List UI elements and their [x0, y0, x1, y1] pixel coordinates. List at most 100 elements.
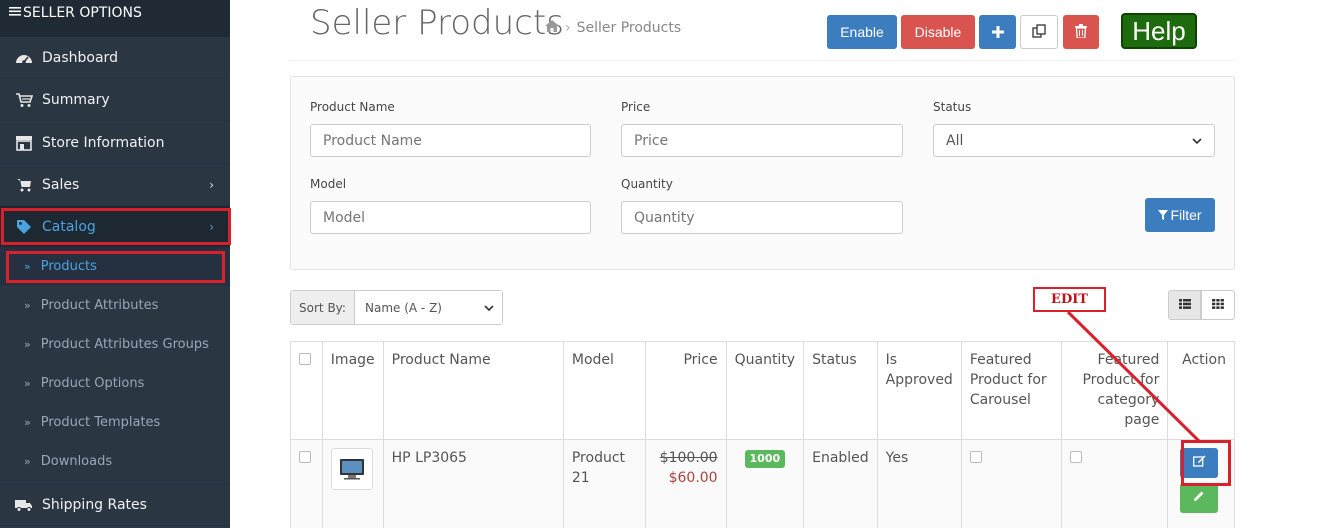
- page-title: Seller Products: [310, 3, 564, 43]
- chevron-down-icon: [1192, 133, 1202, 149]
- row-price-special: $60.00: [668, 470, 718, 486]
- row-quantity-cell: 1000: [725, 439, 805, 528]
- status-select[interactable]: All: [933, 124, 1215, 157]
- sidebar-subitem-label: Products: [40, 259, 97, 274]
- header-model[interactable]: Model: [562, 341, 647, 440]
- row-price-old: $100.00: [659, 450, 718, 466]
- filter-button[interactable]: Filter: [1145, 198, 1215, 232]
- product-name-label: Product Name: [310, 100, 395, 114]
- row-product-name[interactable]: HP LP3065: [382, 439, 564, 528]
- sidebar-item-dashboard[interactable]: Dashboard: [0, 37, 230, 79]
- pencil-icon: [1193, 488, 1205, 508]
- price-input[interactable]: [621, 124, 903, 157]
- breadcrumb: › Seller Products: [545, 20, 681, 36]
- filter-button-label: Filter: [1170, 207, 1202, 223]
- edit-button[interactable]: [1180, 448, 1219, 478]
- select-all-checkbox[interactable]: [299, 353, 311, 365]
- edit-icon: [1192, 453, 1206, 473]
- sidebar-header[interactable]: SELLER OPTIONS: [0, 0, 230, 37]
- help-button[interactable]: Help: [1121, 13, 1197, 49]
- row-checkbox[interactable]: [299, 451, 311, 463]
- header-product-name[interactable]: Product Name: [382, 341, 564, 440]
- header-is-approved: Is Approved: [876, 341, 962, 440]
- row-select-cell: [290, 439, 323, 528]
- sidebar-item-label: Sales: [42, 176, 80, 193]
- disable-button[interactable]: Disable: [901, 15, 975, 49]
- filter-icon: [1158, 207, 1169, 223]
- sidebar-title: SELLER OPTIONS: [23, 5, 142, 21]
- row-status: Enabled: [803, 439, 878, 528]
- sidebar-subitem-product-templates[interactable]: » Product Templates: [0, 403, 230, 442]
- quantity-input[interactable]: [621, 201, 903, 234]
- copy-button[interactable]: [1020, 15, 1058, 49]
- featured-carousel-checkbox[interactable]: [969, 451, 982, 463]
- header-featured-carousel: Featured Product for Carousel: [960, 341, 1063, 440]
- quick-edit-button[interactable]: [1180, 483, 1219, 513]
- plus-icon: [991, 22, 1004, 43]
- chevron-right-icon: ›: [209, 219, 214, 234]
- header-status[interactable]: Status: [803, 341, 878, 440]
- model-label: Model: [310, 177, 347, 191]
- sidebar-subitem-product-attributes-groups[interactable]: » Product Attributes Groups: [0, 325, 230, 364]
- sidebar-subitem-label: Downloads: [40, 454, 113, 469]
- sidebar-item-label: Catalog: [42, 218, 96, 235]
- sidebar-subitem-label: Product Attributes Groups: [40, 337, 209, 352]
- sidebar-item-label: Summary: [42, 91, 110, 108]
- sidebar-subitem-product-attributes[interactable]: » Product Attributes: [0, 286, 230, 325]
- breadcrumb-item[interactable]: Seller Products: [577, 20, 682, 36]
- products-table: Image Product Name Model Price Quantity …: [290, 341, 1235, 528]
- header-divider: [290, 60, 1235, 61]
- sidebar-subitem-product-options[interactable]: » Product Options: [0, 364, 230, 403]
- store-icon: [14, 135, 34, 151]
- delete-button[interactable]: [1063, 15, 1099, 49]
- price-label: Price: [621, 100, 651, 114]
- row-model: Product 21: [562, 439, 647, 528]
- table-header-row: Image Product Name Model Price Quantity …: [290, 341, 1235, 440]
- sidebar-subitem-downloads[interactable]: » Downloads: [0, 442, 230, 481]
- double-chevron-icon: »: [24, 455, 31, 468]
- sidebar-item-catalog[interactable]: Catalog ›: [0, 206, 230, 248]
- sidebar-subitem-label: Product Attributes: [40, 298, 159, 313]
- sidebar-item-summary[interactable]: Summary: [0, 79, 230, 121]
- status-label: Status: [933, 100, 972, 114]
- row-is-approved: Yes: [876, 439, 962, 528]
- sidebar-subitem-products[interactable]: » Products: [0, 247, 230, 286]
- sidebar-subitem-label: Product Options: [40, 376, 145, 391]
- chevron-right-icon: ›: [209, 177, 214, 192]
- table-row: HP LP3065 Product 21 $100.00 $60.00 1000…: [290, 439, 1235, 528]
- header-featured-category: Featured Product for category page: [1061, 341, 1169, 440]
- sort-select[interactable]: Name (A - Z): [355, 291, 502, 324]
- header-price[interactable]: Price: [645, 341, 727, 440]
- product-thumbnail[interactable]: [330, 448, 373, 490]
- grid-view-button[interactable]: [1201, 290, 1235, 320]
- copy-icon: [1032, 23, 1046, 41]
- featured-category-checkbox[interactable]: [1070, 451, 1083, 463]
- tag-icon: [14, 219, 34, 235]
- sidebar-item-shipping-rates[interactable]: Shipping Rates: [0, 484, 230, 526]
- status-select-value: All: [946, 132, 964, 149]
- breadcrumb-separator: ›: [565, 20, 571, 36]
- trash-icon: [1075, 23, 1087, 41]
- header-action: Action: [1167, 341, 1235, 440]
- add-product-button[interactable]: [979, 15, 1016, 49]
- quantity-label: Quantity: [621, 177, 673, 191]
- product-name-input[interactable]: [310, 124, 591, 157]
- row-featured-category-cell: [1061, 439, 1169, 528]
- sidebar-item-label: Shipping Rates: [42, 497, 147, 513]
- double-chevron-icon: »: [24, 338, 31, 351]
- header-quantity[interactable]: Quantity: [725, 341, 805, 440]
- sidebar-item-sales[interactable]: Sales ›: [0, 164, 230, 206]
- double-chevron-icon: »: [24, 416, 31, 429]
- list-icon: [1178, 298, 1191, 313]
- sidebar-item-store-information[interactable]: Store Information: [0, 122, 230, 164]
- header-select-all: [290, 341, 323, 440]
- menu-icon[interactable]: [9, 5, 21, 37]
- home-icon[interactable]: [545, 20, 559, 36]
- row-image-cell: [321, 439, 384, 528]
- sort-control: Sort By: Name (A - Z): [290, 290, 503, 325]
- list-view-button[interactable]: [1168, 290, 1201, 320]
- model-input[interactable]: [310, 201, 591, 234]
- dashboard-icon: [14, 50, 34, 66]
- row-featured-carousel-cell: [960, 439, 1063, 528]
- enable-button[interactable]: Enable: [827, 15, 897, 49]
